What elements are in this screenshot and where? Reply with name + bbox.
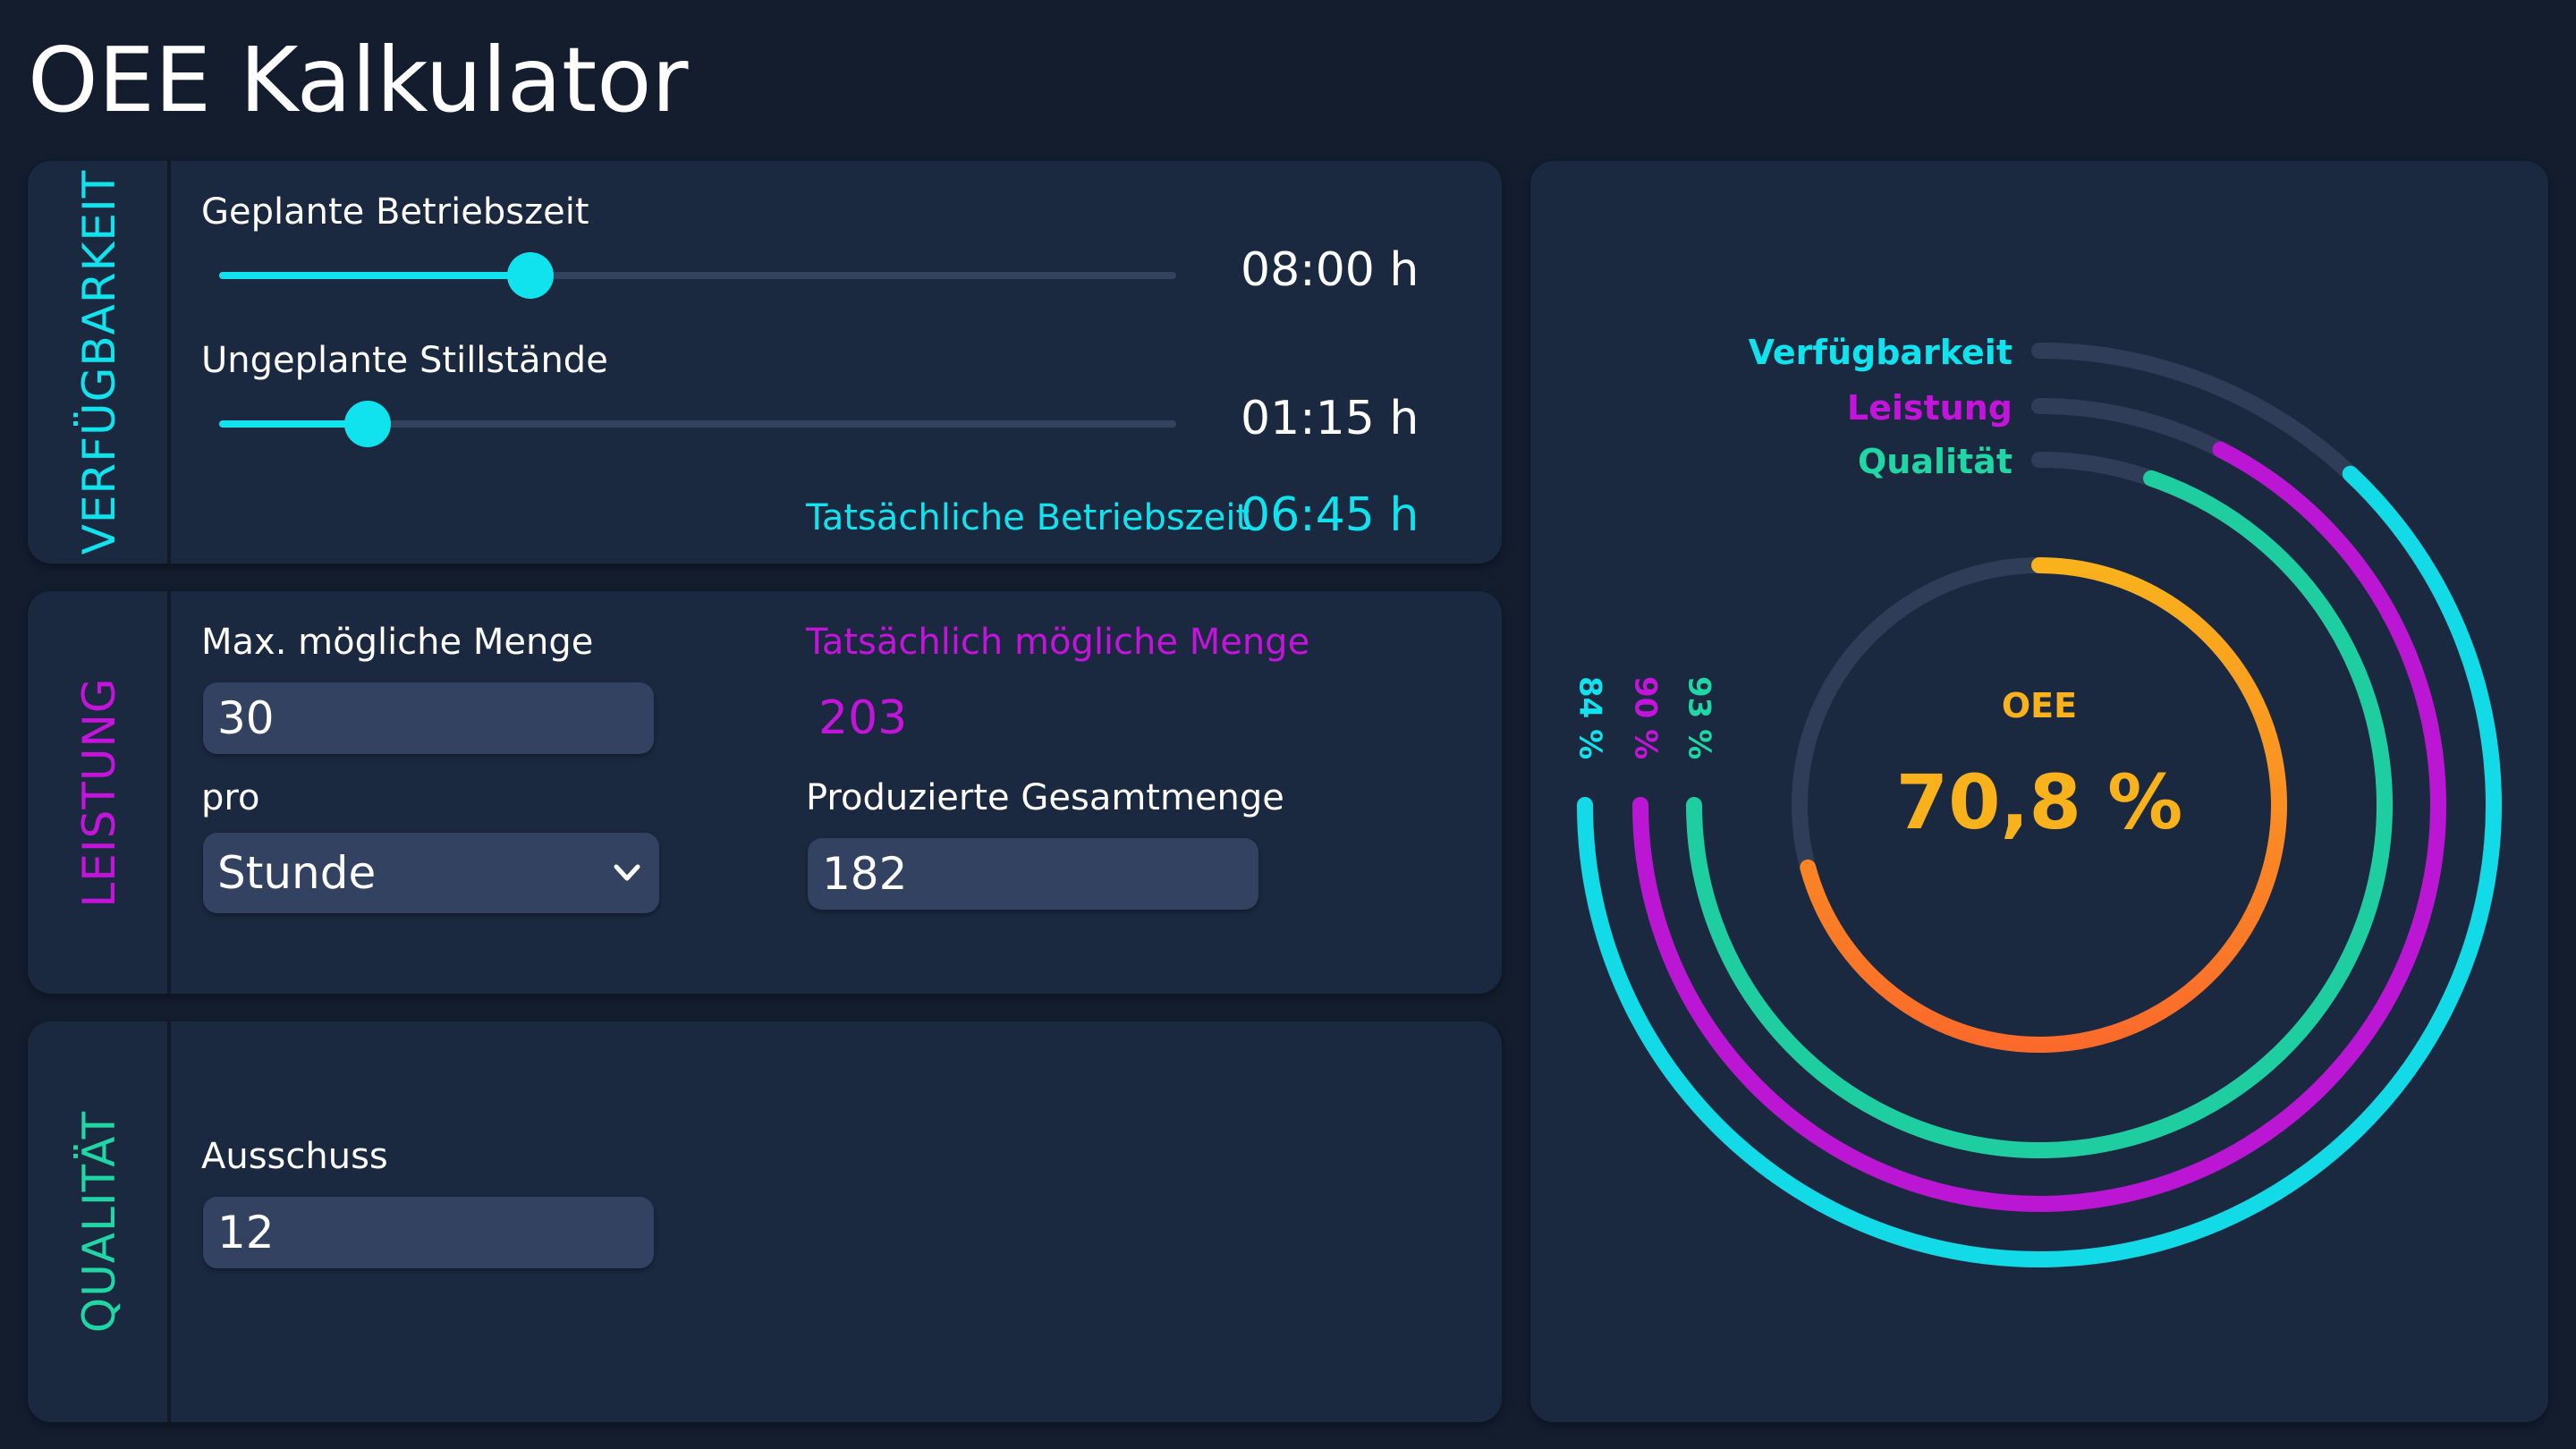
performance-panel: LEISTUNG Max. mögliche Menge pro Stunde … <box>28 591 1502 994</box>
planned-time-slider-thumb[interactable] <box>506 252 554 299</box>
per-label: pro <box>201 777 260 818</box>
scrap-input[interactable] <box>217 1207 640 1258</box>
oee-radial-chart: Verfügbarkeit 84 % Leistung 90 % Qualität 93 … <box>1572 333 2502 1267</box>
max-quantity-label: Max. mögliche Menge <box>201 622 594 663</box>
availability-panel: VERFÜGBARKEIT Geplante Betriebszeit 08:0… <box>28 161 1502 564</box>
planned-time-value: 08:00 h <box>1241 243 1419 297</box>
ring-percent-0: 84 % <box>1572 676 1608 759</box>
planned-time-slider[interactable] <box>219 252 1176 299</box>
quality-panel: QUALITÄT Ausschuss <box>28 1021 1502 1422</box>
app-title: OEE Kalkulator <box>28 28 689 132</box>
ring-legend-0: Verfügbarkeit <box>1749 333 2012 372</box>
scrap-field[interactable] <box>203 1197 654 1268</box>
chevron-down-icon <box>614 864 640 881</box>
chart-panel: Verfügbarkeit 84 % Leistung 90 % Qualität 93 … <box>1530 161 2548 1422</box>
ring-legend-2: Qualität <box>1858 442 2012 481</box>
planned-time-label: Geplante Betriebszeit <box>201 191 589 233</box>
total-quantity-field[interactable] <box>808 838 1258 910</box>
per-unit-select[interactable]: Stunde <box>203 833 659 913</box>
downtime-slider[interactable] <box>219 401 1176 447</box>
downtime-value: 01:15 h <box>1241 392 1419 445</box>
oee-title: OEE <box>2002 686 2077 725</box>
quality-section-label: QUALITÄT <box>73 1110 125 1334</box>
actual-time-value: 06:45 h <box>1241 488 1419 542</box>
max-quantity-input[interactable] <box>217 692 640 744</box>
possible-quantity-value: 203 <box>818 691 908 745</box>
ring-percent-1: 90 % <box>1628 676 1664 759</box>
actual-time-label: Tatsächliche Betriebszeit <box>806 497 1250 538</box>
oee-value: 70,8 % <box>1896 758 2183 846</box>
quality-side-tab: QUALITÄT <box>28 1021 171 1422</box>
total-quantity-label: Produzierte Gesamtmenge <box>806 777 1284 818</box>
availability-section-label: VERFÜGBARKEIT <box>73 169 125 555</box>
per-unit-selected-value: Stunde <box>217 847 377 899</box>
performance-section-label: LEISTUNG <box>73 677 125 908</box>
availability-side-tab: VERFÜGBARKEIT <box>28 161 171 564</box>
possible-quantity-label: Tatsächlich mögliche Menge <box>806 622 1310 663</box>
max-quantity-field[interactable] <box>203 682 654 754</box>
performance-side-tab: LEISTUNG <box>28 591 171 994</box>
scrap-label: Ausschuss <box>201 1136 388 1177</box>
downtime-slider-thumb[interactable] <box>343 401 391 447</box>
ring-legend-1: Leistung <box>1847 388 2012 428</box>
ring-bar-0 <box>1577 465 2502 1267</box>
ring-percent-2: 93 % <box>1682 676 1717 759</box>
planned-time-slider-fill <box>219 272 530 279</box>
downtime-label: Ungeplante Stillstände <box>201 340 608 381</box>
total-quantity-input[interactable] <box>822 848 1244 900</box>
